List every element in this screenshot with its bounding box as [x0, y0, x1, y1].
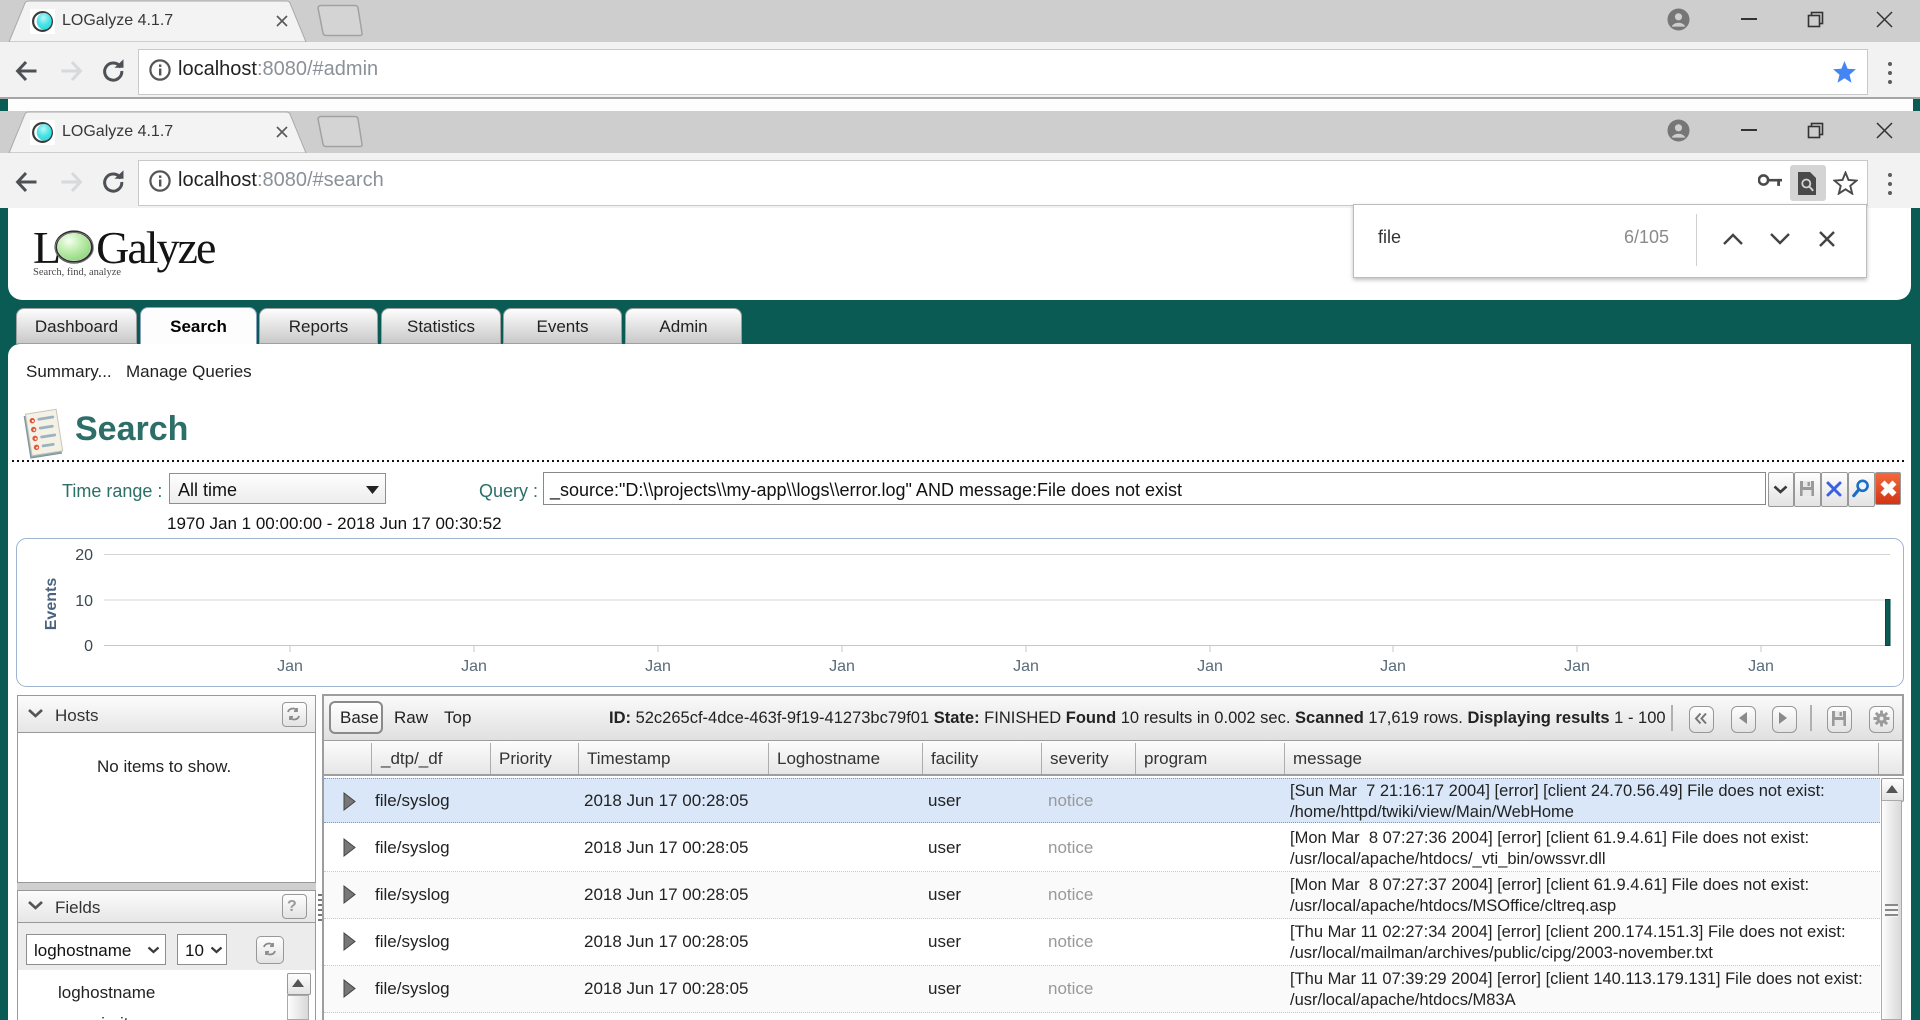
svg-text:20: 20: [75, 547, 93, 564]
svg-text:Jan: Jan: [829, 658, 855, 675]
svg-text:Events: Events: [43, 578, 60, 631]
svg-text:0: 0: [84, 638, 93, 655]
svg-text:Jan: Jan: [461, 658, 487, 675]
svg-text:Jan: Jan: [645, 658, 671, 675]
svg-text:Jan: Jan: [1564, 658, 1590, 675]
svg-text:10: 10: [75, 593, 93, 610]
svg-text:Jan: Jan: [1748, 658, 1774, 675]
svg-text:Jan: Jan: [277, 658, 303, 675]
svg-text:Jan: Jan: [1013, 658, 1039, 675]
svg-text:Jan: Jan: [1197, 658, 1223, 675]
svg-text:Jan: Jan: [1380, 658, 1406, 675]
